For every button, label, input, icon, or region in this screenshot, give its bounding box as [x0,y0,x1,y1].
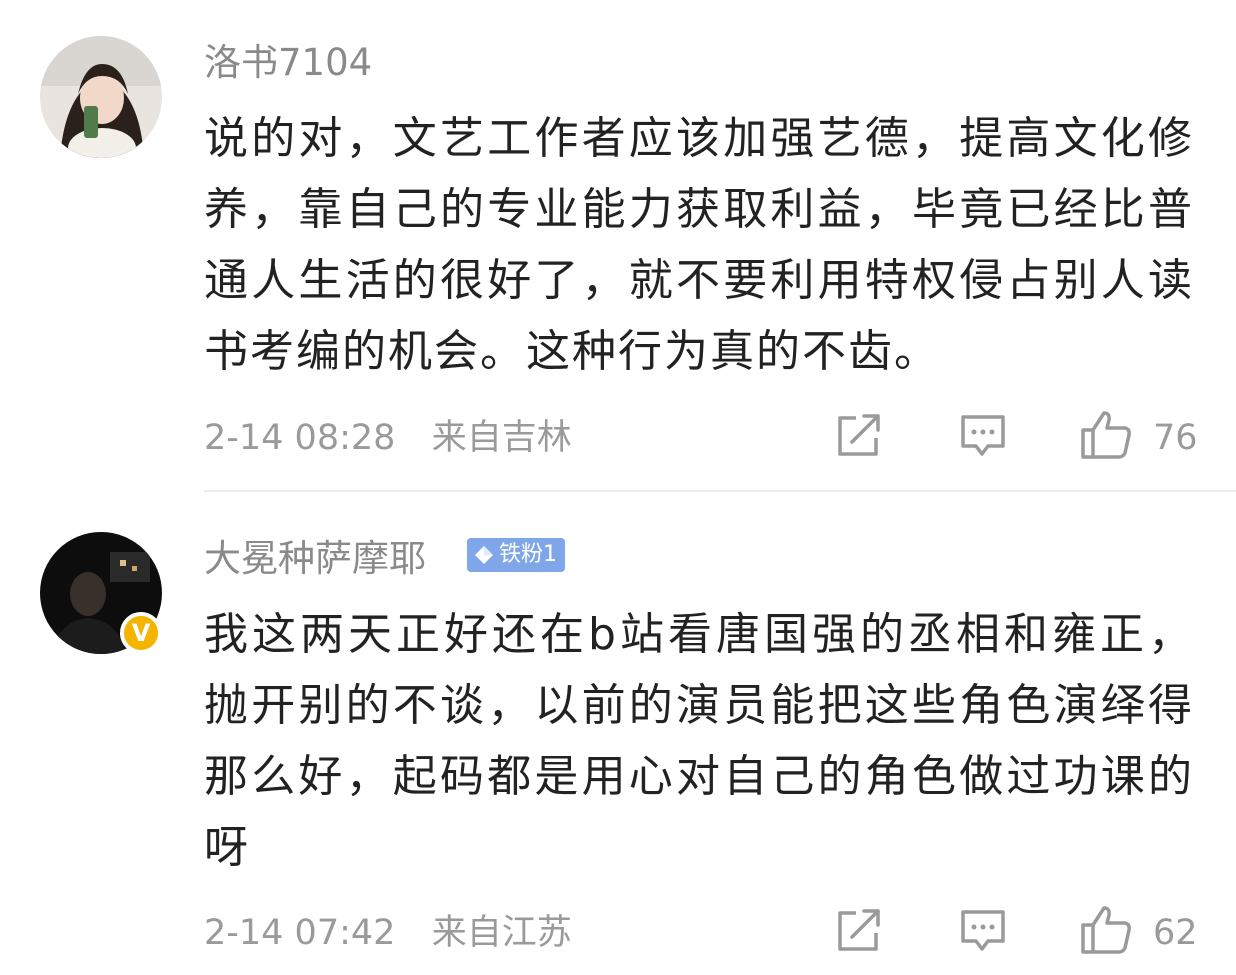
fan-badge-label: 铁粉1 [499,542,557,567]
timestamp: 2-14 07:42 [204,913,396,953]
location: 来自江苏 [431,913,572,953]
thumbs-up-icon [1081,906,1131,954]
share-button[interactable] [836,909,882,953]
reply-button[interactable] [960,909,1006,955]
comment-icon [961,910,1005,951]
username[interactable]: 大冕种萨摩耶 [204,536,426,582]
like-count: 62 [1153,913,1198,953]
verified-badge: V [120,612,162,654]
comment-text: 我这两天正好还在b站看唐国强的丞相和雍正，抛开别的不谈，以前的演员能把这些角色演… [204,609,1194,873]
like-button[interactable] [1080,905,1132,955]
comment-item: V 大冕种萨摩耶 铁粉1 我这两天正好还在b站看唐国强的丞相和雍正，抛开别的不谈… [0,0,1236,975]
diamond-icon [475,546,493,564]
share-icon [838,909,880,951]
comment-meta: 2-14 07:42 来自江苏 [204,911,572,955]
fan-badge[interactable]: 铁粉1 [467,538,565,572]
